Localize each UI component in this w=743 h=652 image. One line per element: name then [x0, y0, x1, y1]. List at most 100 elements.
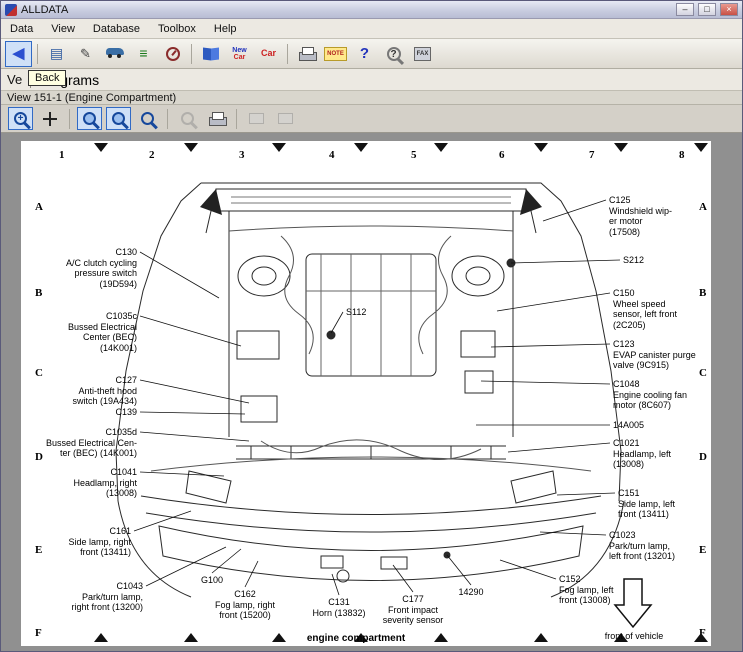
codes-icon: ≡	[139, 46, 147, 61]
grid-marker	[94, 143, 108, 152]
grid-column-label: 5	[411, 149, 417, 161]
grid-marker	[184, 143, 198, 152]
callout-text: severity sensor	[383, 615, 444, 626]
vehicle-data-button[interactable]: ▤	[43, 41, 70, 67]
callout-c1041: C1041Headlamp, right(13008)	[73, 467, 137, 499]
car-red-button[interactable]: Car	[255, 41, 282, 67]
callout-id: C123	[613, 339, 696, 350]
gauge-icon	[166, 47, 180, 61]
grid-column-label: 8	[679, 149, 685, 161]
fax-button[interactable]: FAX	[409, 41, 436, 67]
grid-column-label: 3	[239, 149, 245, 161]
print-button[interactable]	[293, 41, 320, 67]
zoom-overview-button[interactable]	[175, 107, 200, 130]
nav-row: Ve Diagrams	[1, 69, 742, 91]
zoom-dynamic-button[interactable]	[106, 107, 131, 130]
icon-label: FAX	[417, 51, 429, 57]
callout-id: C1048	[613, 379, 687, 390]
callout-c123: C123EVAP canister purgevalve (9C915)	[613, 339, 696, 371]
callout-text: front (13411)	[618, 509, 675, 520]
help-button[interactable]: ?	[351, 41, 378, 67]
new-car-button[interactable]: NewCar	[226, 41, 253, 67]
icon-label: Car	[261, 49, 276, 58]
grid-row-label: F	[35, 627, 42, 639]
callout-id: S212	[623, 255, 644, 266]
callout-text: (19D594)	[66, 279, 137, 290]
callout-id: C1023	[609, 530, 675, 541]
callout-c1043: C1043Park/turn lamp,right front (13200)	[71, 581, 143, 613]
pan-icon	[43, 112, 57, 126]
grid-marker	[434, 143, 448, 152]
frame-icon	[278, 113, 293, 124]
diagram-canvas[interactable]: engine compartment front of vehicle 1234…	[1, 133, 742, 652]
zoom-in-button[interactable]: +	[8, 107, 33, 130]
estimate-button[interactable]: ✎	[72, 41, 99, 67]
callout-text: pressure switch	[66, 268, 137, 279]
callout-text: Front impact	[383, 605, 444, 616]
grid-row-label: A	[35, 201, 43, 213]
search-help-button[interactable]: ?	[380, 41, 407, 67]
toolbar-separator	[167, 109, 168, 129]
zoom-window-button[interactable]	[77, 107, 102, 130]
callout-text: A/C clutch cycling	[66, 258, 137, 269]
callout-c151: C151Side lamp, leftfront (13411)	[618, 488, 675, 520]
callout-c139: C139	[115, 407, 137, 418]
magnifier-icon	[141, 112, 154, 125]
new-car-icon: NewCar	[232, 47, 246, 61]
callout-c150: C150Wheel speedsensor, left front(2C205)	[613, 288, 677, 330]
codes-button[interactable]: ≡	[130, 41, 157, 67]
callout-text: (13008)	[73, 488, 137, 499]
report-button[interactable]	[197, 41, 224, 67]
magnifier-blue-icon	[83, 112, 96, 125]
frame-prev-button[interactable]	[244, 107, 269, 130]
callout-c162: C162Fog lamp, rightfront (15200)	[215, 589, 275, 621]
callout-id: S112	[346, 307, 366, 318]
callout-c177: C177Front impactseverity sensor	[383, 594, 444, 626]
grid-marker	[614, 143, 628, 152]
callout-id: C127	[72, 375, 137, 386]
back-button[interactable]: ◀	[5, 41, 32, 67]
front-of-vehicle-arrow	[615, 579, 651, 627]
magnifier-gray-icon	[181, 112, 194, 125]
grid-row-label: C	[699, 367, 707, 379]
callout-c131: C131Horn (13832)	[312, 597, 365, 618]
callout-c125: C125Windshield wip-er motor(17508)	[609, 195, 672, 237]
callout-c161: C161Side lamp, rightfront (13411)	[68, 526, 131, 558]
callout-text: left front (13201)	[609, 551, 675, 562]
grid-row-label: D	[699, 451, 707, 463]
close-button[interactable]: ×	[720, 3, 738, 16]
left-pane-title: Ve	[7, 72, 22, 87]
menu-item-toolbox[interactable]: Toolbox	[149, 21, 205, 37]
callout-c1035d: C1035dBussed Electrical Cen-ter (BEC) (1…	[46, 427, 137, 459]
grid-marker	[184, 633, 198, 642]
zoom-out-button[interactable]	[135, 107, 160, 130]
callout-text: EVAP canister purge	[613, 350, 696, 361]
menu-item-view[interactable]: View	[42, 21, 84, 37]
grid-column-label: 2	[149, 149, 155, 161]
note-button[interactable]: NOTE	[322, 41, 349, 67]
vehicle-button[interactable]	[101, 41, 128, 67]
callout-text: (13008)	[613, 459, 671, 470]
menu-item-help[interactable]: Help	[205, 21, 246, 37]
callout-text: Windshield wip-	[609, 206, 672, 217]
menu-item-data[interactable]: Data	[1, 21, 42, 37]
callout-id: C1041	[73, 467, 137, 478]
grid-marker	[272, 633, 286, 642]
maximize-button[interactable]: □	[698, 3, 716, 16]
pan-button[interactable]	[37, 107, 62, 130]
callout-text: Horn (13832)	[312, 608, 365, 619]
minimize-button[interactable]: –	[676, 3, 694, 16]
callout-text: ter (BEC) (14K001)	[46, 448, 137, 459]
callout-text: Park/turn lamp,	[71, 592, 143, 603]
menu-item-database[interactable]: Database	[84, 21, 149, 37]
callout-c127: C127Anti-theft hoodswitch (19A434)	[72, 375, 137, 407]
grid-row-label: E	[699, 544, 706, 556]
frame-next-button[interactable]	[273, 107, 298, 130]
front-of-vehicle-label: front of vehicle	[605, 631, 664, 641]
print-diagram-button[interactable]	[204, 107, 229, 130]
gauge-button[interactable]	[159, 41, 186, 67]
search-help-icon: ?	[387, 47, 401, 61]
callout-c1023: C1023Park/turn lamp,left front (13201)	[609, 530, 675, 562]
printer-icon	[209, 112, 225, 125]
callout-id: C139	[115, 407, 137, 418]
